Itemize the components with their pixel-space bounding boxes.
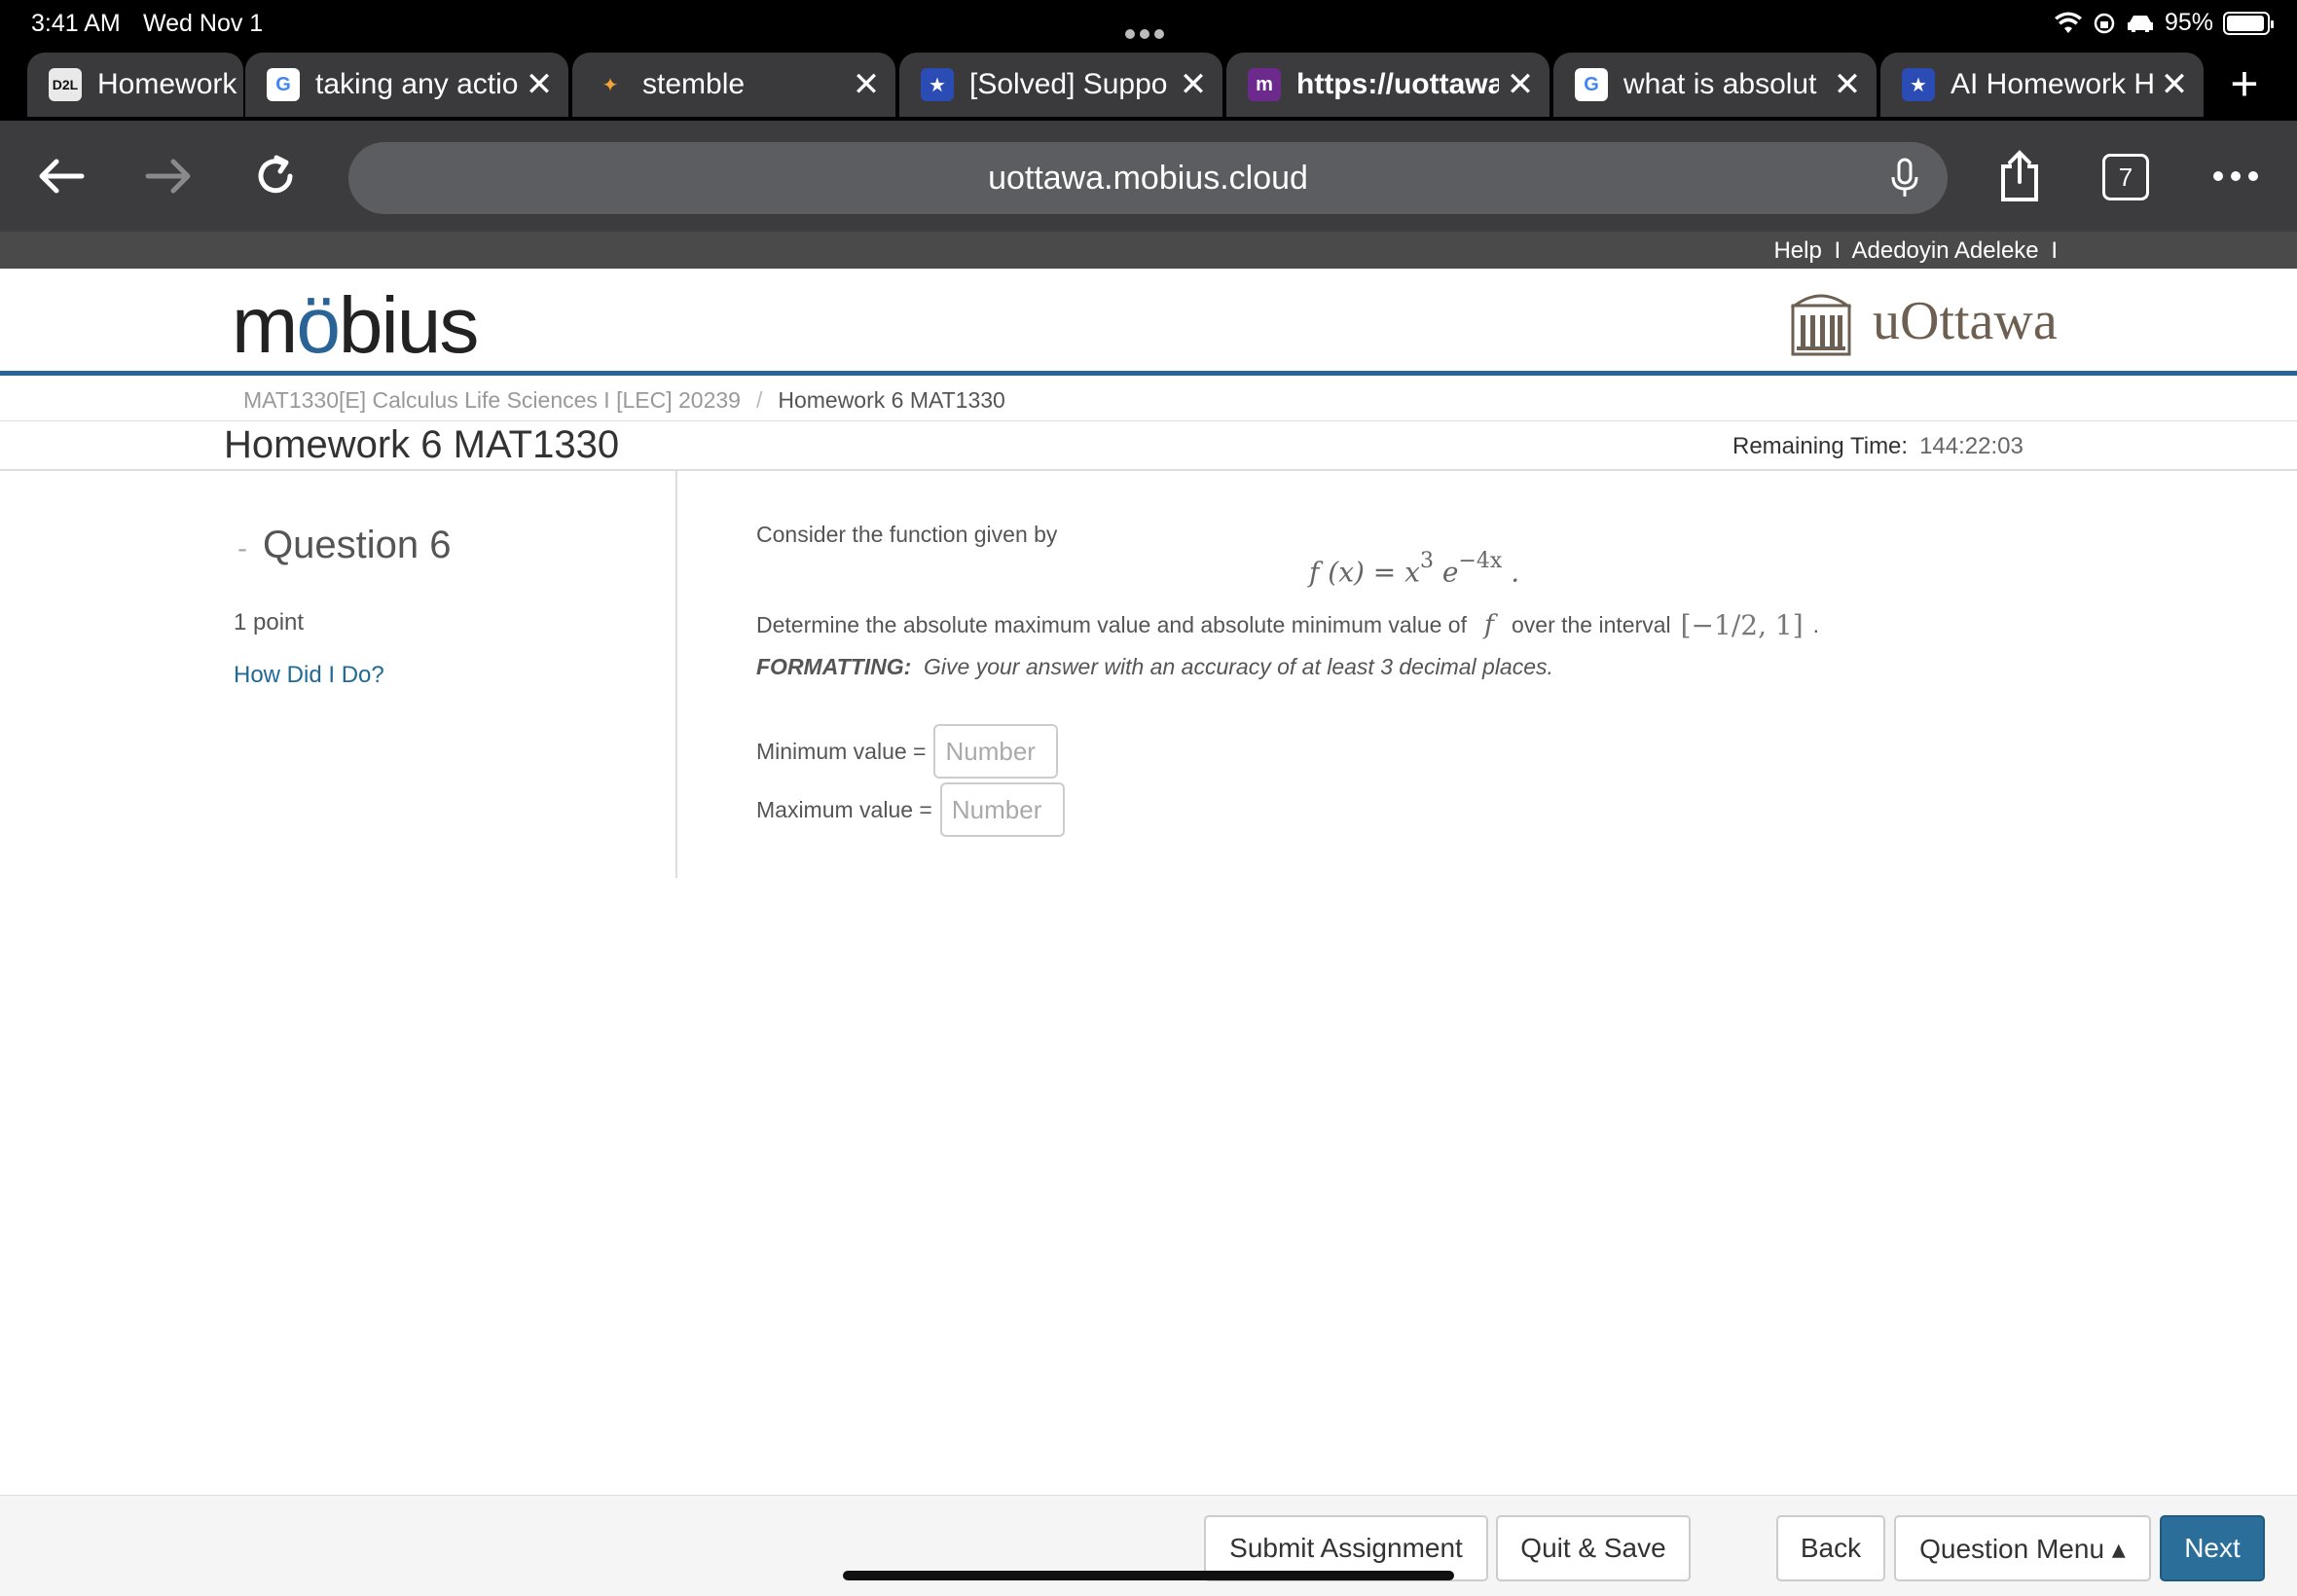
browser-tab[interactable]: ★ [Solved] Suppo ✕ [899, 53, 1222, 117]
minimum-answer-row: Minimum value = [756, 724, 1059, 779]
tab-favicon-icon: G [1575, 68, 1608, 101]
close-tab-icon[interactable]: ✕ [518, 63, 561, 106]
minimum-label: Minimum value = [756, 738, 927, 764]
tab-title: what is absolut [1623, 68, 1817, 100]
status-icons: 95% [2054, 9, 2274, 37]
close-tab-icon[interactable]: ✕ [1499, 63, 1542, 106]
breadcrumb-current: Homework 6 MAT1330 [778, 387, 1005, 413]
tab-favicon-icon: ★ [1902, 68, 1935, 101]
back-button[interactable]: Back [1776, 1515, 1885, 1581]
orientation-lock-icon [2094, 13, 2115, 33]
battery-icon [2223, 11, 2274, 35]
university-building-icon [1790, 294, 1852, 356]
tab-title: taking any actio [315, 68, 518, 100]
question-points: 1 point [234, 609, 305, 635]
remaining-time-value: 144:22:03 [1919, 433, 2024, 459]
user-name-link[interactable]: Adedoyin Adeleke [1852, 237, 2039, 264]
utility-bar: Help I Adedoyin Adeleke I [0, 232, 2297, 269]
forward-arrow-icon[interactable] [134, 142, 202, 210]
assignment-footer: Submit Assignment Quit & Save Back Quest… [0, 1495, 2297, 1596]
how-did-i-do-link[interactable]: How Did I Do? [234, 662, 384, 689]
remaining-time: Remaining Time: 144:22:03 [1732, 433, 2024, 459]
breadcrumb: MAT1330[E] Calculus Life Sciences I [LEC… [243, 387, 1005, 413]
tab-favicon-icon: G [267, 68, 300, 101]
browser-tab[interactable]: Gwhat is absolut ✕ [1553, 53, 1877, 117]
help-link[interactable]: Help [1773, 237, 1821, 264]
tab-title: https://uottawa [1296, 68, 1499, 100]
close-tab-icon[interactable]: ✕ [1826, 63, 1869, 106]
share-icon[interactable] [1986, 142, 2054, 210]
back-arrow-icon[interactable] [27, 142, 95, 210]
tab-count-button[interactable]: 7 [2102, 154, 2149, 200]
function-formula: f (x) = x3 e−4x . [1309, 549, 1520, 589]
institution-name: uOttawa [1873, 291, 2058, 351]
tab-favicon-icon: ★ [921, 68, 954, 101]
question-heading[interactable]: - Question 6 [237, 524, 451, 567]
new-tab-icon[interactable]: + [2219, 56, 2270, 111]
tab-favicon-icon: ✦ [594, 68, 627, 101]
microphone-icon[interactable] [1885, 158, 1924, 199]
battery-percent: 95% [2164, 9, 2213, 36]
question-prompt: Determine the absolute maximum value and… [756, 609, 1820, 641]
question-intro: Consider the function given by [756, 522, 1058, 547]
separator: I [2051, 237, 2058, 264]
separator: I [1834, 237, 1841, 264]
maximum-value-input[interactable] [939, 782, 1065, 837]
browser-tab[interactable]: ✦ stemble ✕ [572, 53, 895, 117]
status-bar: 3:41 AM Wed Nov 1 95% [0, 0, 2297, 45]
minimum-value-input[interactable] [933, 724, 1059, 779]
question-sidebar: - Question 6 1 point How Did I Do? [0, 471, 677, 878]
browser-tab[interactable]: m https://uottawa ✕ [1226, 53, 1550, 117]
tab-favicon-icon: D2L [49, 68, 82, 101]
browser-toolbar: uottawa.mobius.cloud 7 [0, 121, 2297, 232]
formatting-note: FORMATTING: Give your answer with an acc… [756, 654, 1553, 679]
collapse-icon[interactable]: - [237, 532, 247, 564]
breadcrumb-course[interactable]: MAT1330[E] Calculus Life Sciences I [LEC… [243, 387, 741, 413]
browser-tab[interactable]: Gtaking any actio ✕ [245, 53, 568, 117]
url-text: uottawa.mobius.cloud [988, 159, 1308, 197]
maximum-label: Maximum value = [756, 796, 932, 822]
tab-title: [Solved] Suppo [969, 68, 1168, 100]
uottawa-logo[interactable]: uOttawa [1789, 284, 2058, 358]
interval: [−1/2, 1] [1680, 609, 1804, 641]
next-button[interactable]: Next [2160, 1515, 2265, 1581]
tab-title: Homework [97, 68, 237, 100]
page-title: Homework 6 MAT1330 [224, 423, 620, 466]
site-header: möbius uOttawa [0, 269, 2297, 376]
browser-tab[interactable]: D2L Homework [27, 53, 243, 117]
browser-tab[interactable]: ★ AI Homework H ✕ [1880, 53, 2204, 117]
status-time: 3:41 AM [31, 10, 121, 37]
home-indicator[interactable] [843, 1571, 1454, 1580]
close-tab-icon[interactable]: ✕ [845, 63, 888, 106]
close-tab-icon[interactable]: ✕ [2153, 63, 2196, 106]
wifi-icon [2054, 12, 2082, 33]
close-tab-icon[interactable]: ✕ [1172, 63, 1215, 106]
assignment-title-bar: Homework 6 MAT1330 Remaining Time: 144:22… [0, 420, 2297, 471]
tab-favicon-icon: m [1248, 68, 1281, 101]
tab-title: AI Homework H [1951, 68, 2153, 100]
tab-title: stemble [642, 68, 746, 100]
multitasking-dots-icon[interactable] [1125, 18, 1172, 39]
maximum-answer-row: Maximum value = [756, 782, 1065, 837]
address-bar[interactable]: uottawa.mobius.cloud [348, 142, 1948, 214]
car-icon [2127, 15, 2153, 32]
quit-and-save-button[interactable]: Quit & Save [1496, 1515, 1691, 1581]
reload-icon[interactable] [241, 142, 310, 210]
tab-bar: + D2L Homework Gtaking any actio ✕ ✦ stemble ✕… [0, 45, 2297, 121]
mobius-logo[interactable]: möbius [232, 280, 479, 372]
more-options-icon[interactable] [2202, 142, 2270, 210]
status-date: Wed Nov 1 [143, 10, 264, 37]
question-menu-button[interactable]: Question Menu ▴ [1894, 1515, 2151, 1581]
